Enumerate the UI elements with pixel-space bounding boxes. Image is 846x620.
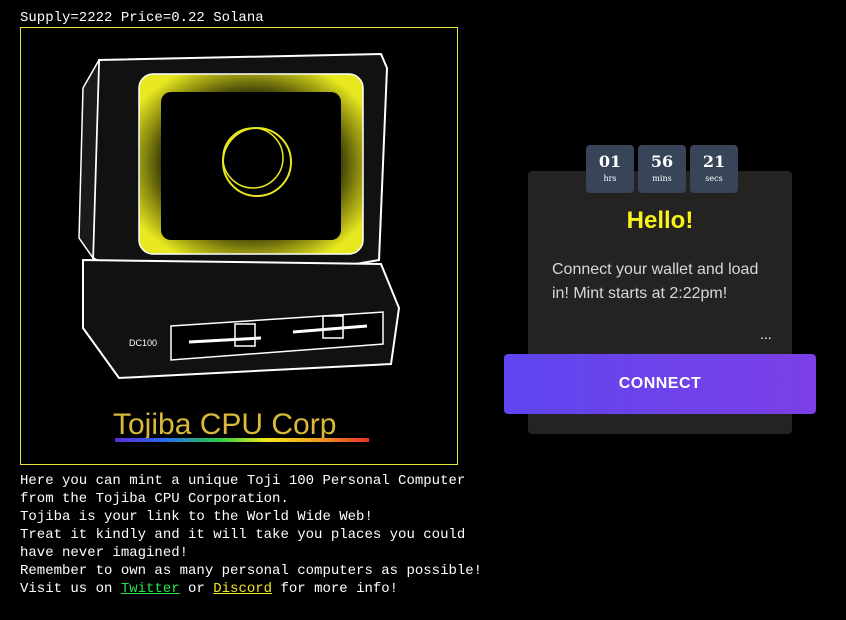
computer-illustration: DC100 Tojiba CPU Corp: [78, 52, 401, 442]
visit-line: Visit us on Twitter or Discord for more …: [20, 580, 500, 598]
panel-message: Connect your wallet and load in! Mint st…: [552, 261, 759, 302]
computer-badge: DC100: [129, 338, 157, 348]
description-line: have never imagined!: [20, 545, 189, 561]
rainbow-underline: [115, 438, 369, 442]
countdown-seconds: 21 secs: [690, 145, 738, 193]
countdown-timer: 01 hrs 56 mins 21 secs: [586, 145, 738, 193]
visit-suffix: for more info!: [272, 581, 399, 597]
description-block: Here you can mint a unique Toji 100 Pers…: [20, 472, 500, 598]
description-line: Treat it kindly and it will take you pla…: [20, 527, 466, 543]
hours-value: 01: [598, 152, 622, 171]
connect-wallet-button[interactable]: CONNECT: [504, 354, 816, 414]
tojiba-logo-text: Tojiba CPU Corp: [113, 408, 336, 441]
minutes-value: 56: [650, 152, 674, 171]
supply-price-text: Supply=2222 Price=0.22 Solana: [20, 10, 264, 26]
minutes-label: mins: [652, 174, 672, 183]
more-options-icon: ...: [760, 326, 772, 342]
hours-label: hrs: [603, 174, 617, 183]
twitter-link[interactable]: Twitter: [121, 581, 180, 597]
description-line: from the Tojiba CPU Corporation.: [20, 491, 289, 507]
nft-artwork: DC100 Tojiba CPU Corp: [20, 27, 458, 465]
description-line: Tojiba is your link to the World Wide We…: [20, 509, 373, 525]
countdown-hours: 01 hrs: [586, 145, 634, 193]
discord-link[interactable]: Discord: [213, 581, 272, 597]
description-line: Here you can mint a unique Toji 100 Pers…: [20, 473, 466, 489]
countdown-minutes: 56 mins: [638, 145, 686, 193]
visit-prefix: Visit us on: [20, 581, 121, 597]
visit-or: or: [179, 581, 214, 597]
seconds-value: 21: [702, 152, 726, 171]
description-line: Remember to own as many personal compute…: [20, 563, 483, 579]
seconds-label: secs: [705, 174, 723, 183]
panel-title: Hello!: [626, 207, 694, 234]
